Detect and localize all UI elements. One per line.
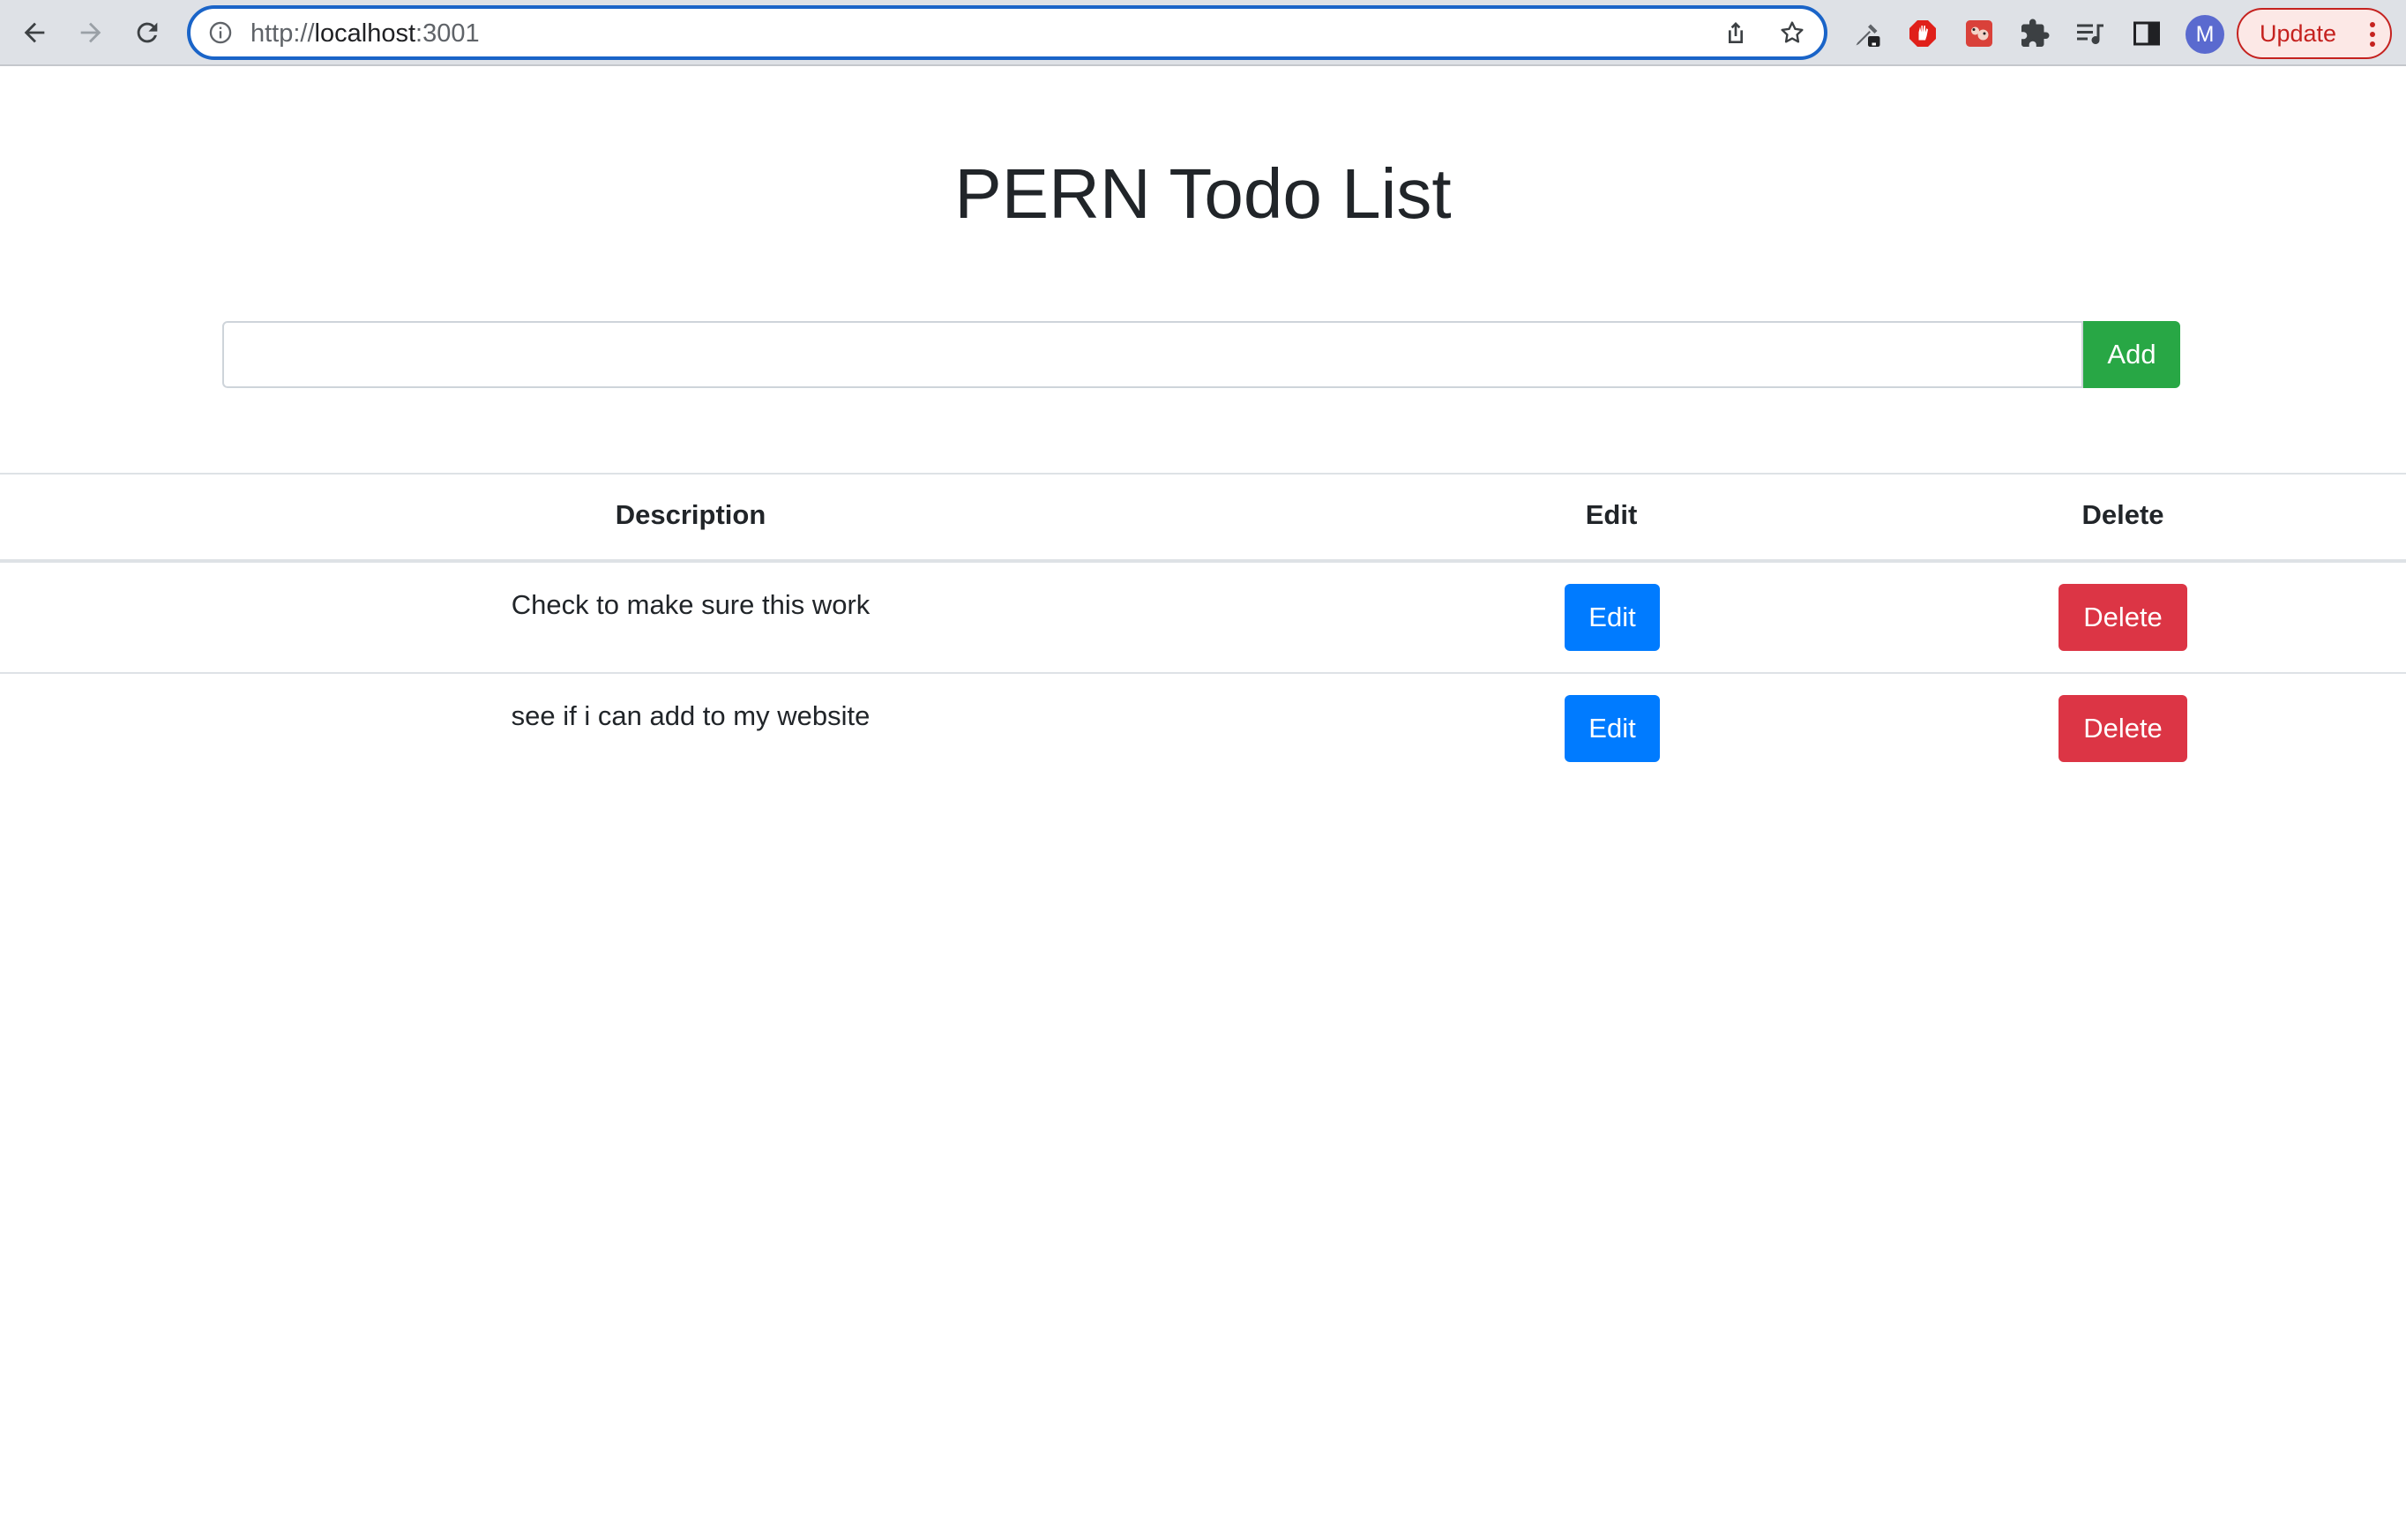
todo-input[interactable] bbox=[222, 321, 2083, 388]
back-button[interactable] bbox=[12, 11, 56, 55]
browser-toolbar: http://localhost:3001 M Update bbox=[0, 0, 2406, 66]
url-port: :3001 bbox=[415, 19, 480, 48]
share-icon[interactable] bbox=[1722, 19, 1750, 47]
url-scheme: http:// bbox=[250, 19, 315, 48]
update-label: Update bbox=[2260, 19, 2337, 47]
url-host: localhost bbox=[314, 19, 416, 48]
extensions-button[interactable] bbox=[2017, 16, 2052, 51]
row-divider bbox=[0, 672, 2406, 674]
address-bar[interactable]: http://localhost:3001 bbox=[187, 5, 1827, 60]
forward-button[interactable] bbox=[69, 11, 113, 55]
media-controls-button[interactable] bbox=[2073, 16, 2108, 51]
page-title: PERN Todo List bbox=[954, 154, 1452, 233]
extension-eyedropper[interactable] bbox=[1850, 16, 1886, 51]
url-text: http://localhost:3001 bbox=[250, 19, 480, 49]
delete-button[interactable]: Delete bbox=[2059, 695, 2187, 762]
more-vert-icon bbox=[2370, 22, 2375, 47]
column-header-description: Description bbox=[615, 499, 766, 530]
update-button[interactable]: Update bbox=[2237, 8, 2392, 59]
side-panel-icon bbox=[2133, 21, 2160, 46]
puzzle-piece-icon bbox=[2021, 19, 2050, 47]
add-button[interactable]: Add bbox=[2083, 321, 2180, 388]
column-header-edit: Edit bbox=[1585, 499, 1638, 530]
playlist-music-icon bbox=[2077, 24, 2103, 45]
table-header-border bbox=[0, 559, 2406, 563]
reload-icon bbox=[137, 22, 158, 43]
back-arrow-icon bbox=[24, 22, 45, 43]
stop-hand-icon bbox=[1909, 20, 1936, 47]
side-panel-button[interactable] bbox=[2129, 16, 2164, 51]
delete-button[interactable]: Delete bbox=[2059, 584, 2187, 651]
eyedropper-icon bbox=[1856, 24, 1880, 47]
todo-description: Check to make sure this work bbox=[511, 589, 870, 620]
edit-button[interactable]: Edit bbox=[1565, 584, 1660, 651]
edit-button[interactable]: Edit bbox=[1565, 695, 1660, 762]
extension-adblock[interactable] bbox=[1905, 16, 1940, 51]
reload-button[interactable] bbox=[125, 11, 169, 55]
profile-avatar[interactable]: M bbox=[2186, 15, 2224, 54]
bookmark-star-icon[interactable] bbox=[1778, 19, 1806, 47]
site-info-icon[interactable] bbox=[208, 20, 233, 45]
dog-badge-icon bbox=[1966, 20, 1992, 47]
table-top-border bbox=[0, 473, 2406, 475]
forward-arrow-icon bbox=[80, 22, 101, 43]
extension-puppy[interactable] bbox=[1961, 16, 1997, 51]
column-header-delete: Delete bbox=[2081, 499, 2164, 530]
todo-description: see if i can add to my website bbox=[511, 700, 870, 731]
